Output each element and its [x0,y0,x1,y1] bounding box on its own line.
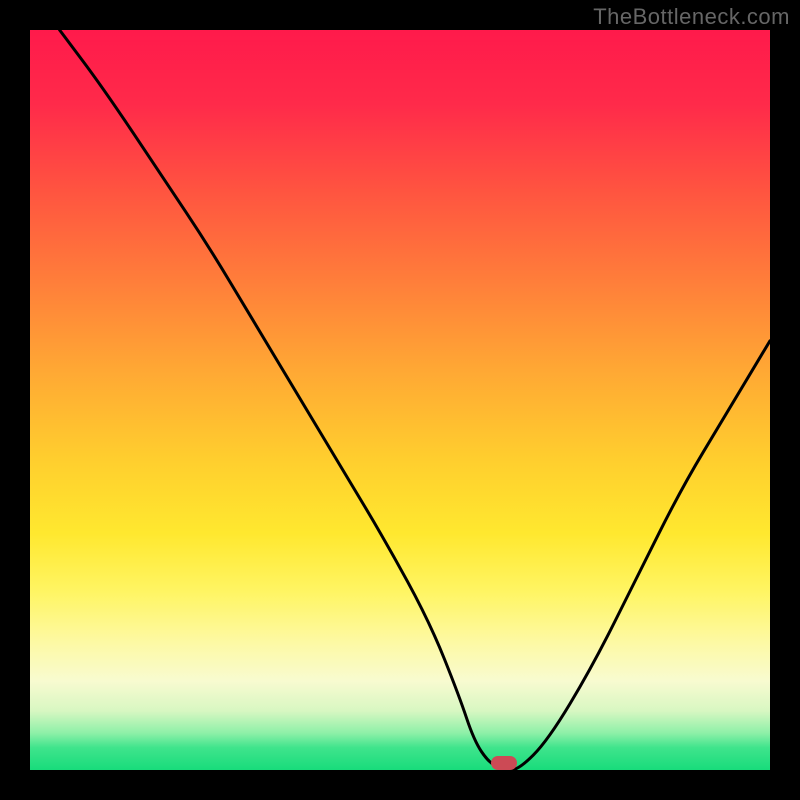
plot-area [30,30,770,770]
watermark-text: TheBottleneck.com [593,4,790,30]
bottleneck-curve [30,30,770,770]
chart-frame: TheBottleneck.com [0,0,800,800]
optimal-marker [491,756,517,770]
curve-path [60,30,770,770]
